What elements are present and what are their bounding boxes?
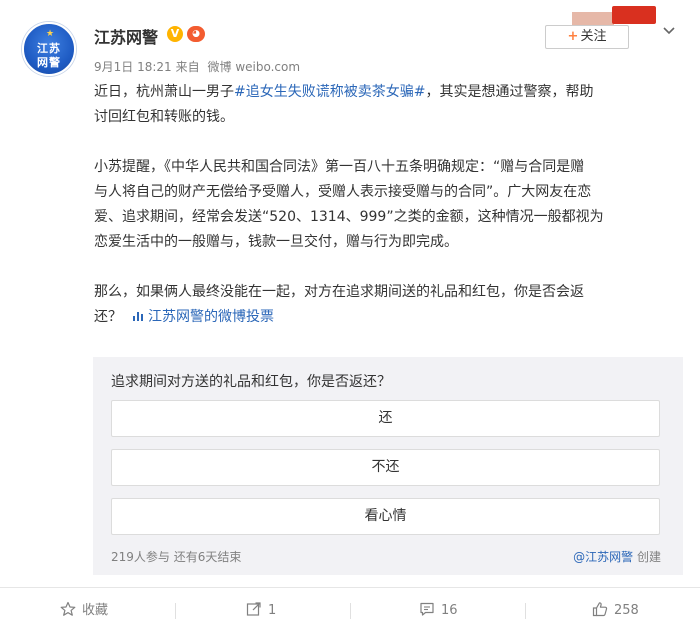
favorite-button[interactable]: 收藏 <box>60 598 108 624</box>
poll-option-not-return[interactable]: 不还 <box>111 449 660 486</box>
poll-option-return[interactable]: 还 <box>111 400 660 437</box>
action-separator <box>350 603 351 619</box>
comment-button[interactable]: 16 <box>419 598 458 624</box>
avatar[interactable]: ★ 江苏 网警 <box>22 22 76 76</box>
post-meta: 9月1日 18:21 来自 微博 weibo.com <box>94 58 304 75</box>
chevron-down-icon[interactable] <box>660 22 678 40</box>
header-decoration <box>566 4 656 26</box>
paragraph-3: 那么，如果俩人最终没能在一起，对方在追求期间送的礼品和红包，你是否会返 还？ 江苏… <box>94 284 584 325</box>
plus-icon: + <box>567 29 579 44</box>
poll-creator: @江苏网警 创建 <box>573 550 661 564</box>
repost-count: 1 <box>268 603 277 618</box>
post-body: 近日，杭州萧山一男子#追女生失败谎称被卖茶女骗#，其实是想通过警察，帮助 讨回红… <box>94 80 684 330</box>
source-prefix: 来自 <box>175 60 200 74</box>
favorite-label: 收藏 <box>82 603 109 618</box>
vote-link[interactable]: 江苏网警的微博投票 <box>148 309 274 325</box>
like-icon <box>592 602 608 617</box>
poll-stats: 219人参与 还有6天结束 <box>111 550 242 564</box>
comment-icon <box>420 602 434 616</box>
weibo-post-card: ★ 江苏 网警 江苏网警 V ◕ 9月1日 18:21 来自 微博 weibo.c… <box>0 0 700 640</box>
poll-question: 追求期间对方送的礼品和红包，你是否返还？ <box>111 374 391 390</box>
follow-label: 关注 <box>580 29 607 44</box>
like-count: 258 <box>614 603 639 618</box>
poll-option-depends[interactable]: 看心情 <box>111 498 660 535</box>
vip-badge-icon[interactable]: ◕ <box>187 26 205 42</box>
poll-card: 追求期间对方送的礼品和红包，你是否返还？ 还 不还 看心情 219人参与 还有6… <box>93 357 683 575</box>
poll-creator-link[interactable]: @江苏网警 <box>573 550 633 564</box>
action-separator <box>175 603 176 619</box>
vote-icon <box>132 309 144 325</box>
post-time[interactable]: 9月1日 18:21 <box>94 60 172 74</box>
star-icon <box>60 601 76 616</box>
footer-divider <box>0 587 700 588</box>
follow-button[interactable]: + 关注 <box>545 25 629 49</box>
verified-badge-icon[interactable]: V <box>167 26 183 42</box>
paragraph-2: 小苏提醒，《中华人民共和国合同法》第一百八十五条明确规定：“赠与合同是赠 与人将… <box>94 159 604 250</box>
paragraph-1: 近日，杭州萧山一男子#追女生失败谎称被卖茶女骗#，其实是想通过警察，帮助 讨回红… <box>94 84 594 125</box>
like-button[interactable]: 258 <box>592 598 639 624</box>
hashtag-link[interactable]: #追女生失败谎称被卖茶女骗# <box>234 84 425 100</box>
action-separator <box>525 603 526 619</box>
comment-count: 16 <box>441 603 458 618</box>
police-star-icon: ★ <box>46 29 55 39</box>
author-name[interactable]: 江苏网警 <box>94 24 158 48</box>
repost-icon <box>246 602 261 616</box>
post-source[interactable]: 微博 weibo.com <box>208 60 301 74</box>
repost-button[interactable]: 1 <box>246 598 276 624</box>
